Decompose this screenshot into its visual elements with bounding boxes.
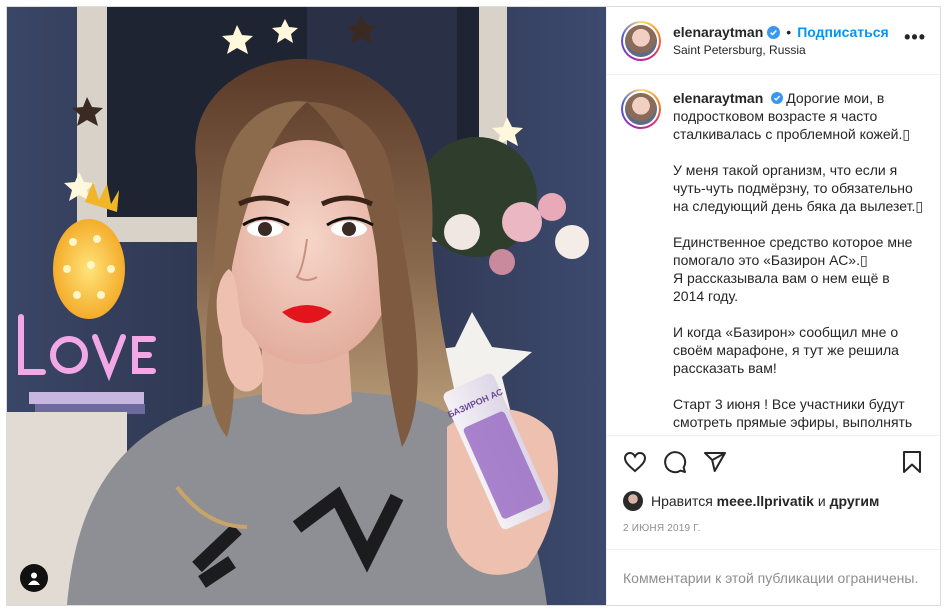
share-icon[interactable] (703, 450, 727, 474)
likes-summary: Нравится meee.llprivatik и другим (623, 490, 924, 512)
follow-button[interactable]: Подписаться (797, 24, 889, 40)
post-container: БАЗИРОН АС elenaraytman • Подписаться Sa… (6, 6, 941, 606)
caption-paragraph: У меня такой организм, что если я чуть-ч… (673, 162, 924, 214)
post-location[interactable]: Saint Petersburg, Russia (673, 43, 904, 57)
bookmark-icon[interactable] (900, 450, 924, 474)
user-tag-icon (28, 572, 40, 585)
verified-badge-icon (767, 25, 781, 39)
post-actions: Нравится meee.llprivatik и другим 2 июня… (607, 435, 940, 534)
caption-paragraph: Старт 3 июня ! Все участники будут смотр… (673, 396, 913, 430)
separator-dot: • (786, 24, 792, 40)
post-photo[interactable]: БАЗИРОН АС (7, 7, 606, 605)
author-username[interactable]: elenaraytman (673, 24, 763, 40)
caption-author-avatar[interactable] (621, 89, 661, 129)
post-side-panel: elenaraytman • Подписаться Saint Petersb… (606, 7, 940, 605)
likes-and: и (817, 493, 826, 509)
caption-paragraph: Единственное средство которое мне помога… (673, 234, 913, 304)
liker-avatar[interactable] (623, 491, 643, 511)
photo-illustration: БАЗИРОН АС (7, 7, 606, 605)
post-header: elenaraytman • Подписаться Saint Petersb… (607, 7, 940, 75)
post-caption: elenaraytman Дорогие мои, в подростковом … (673, 89, 924, 435)
likes-others-link[interactable]: другим (830, 493, 880, 509)
caption-area: elenaraytman Дорогие мои, в подростковом … (607, 75, 940, 435)
caption-username[interactable]: elenaraytman (673, 90, 763, 106)
comment-icon[interactable] (663, 450, 687, 474)
verified-badge-icon (771, 92, 784, 104)
author-avatar[interactable] (621, 20, 661, 61)
caption-paragraph: И когда «Базирон» сообщил мне о своём ма… (673, 324, 899, 376)
likes-prefix: Нравится (651, 493, 713, 509)
liker-username[interactable]: meee.llprivatik (717, 493, 814, 509)
user-tag-button[interactable] (20, 564, 48, 592)
post-date[interactable]: 2 июня 2019 г. (623, 523, 924, 534)
comments-disabled-notice: Комментарии к этой публикации ограничены… (607, 549, 940, 605)
more-options-icon[interactable]: ••• (904, 27, 926, 54)
heart-icon[interactable] (623, 450, 647, 474)
